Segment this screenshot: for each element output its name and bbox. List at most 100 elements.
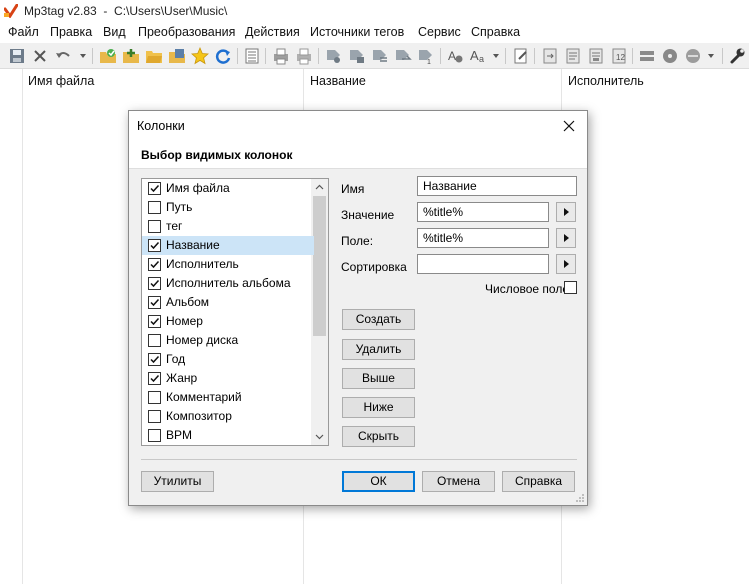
web-sources-icon[interactable]: [638, 47, 656, 65]
web-sources-dropdown-icon[interactable]: [708, 54, 714, 58]
move-down-button[interactable]: Ниже: [342, 397, 415, 418]
column-header-title[interactable]: Название: [310, 69, 366, 93]
menu-edit[interactable]: Правка: [50, 25, 92, 39]
column-list-item[interactable]: тег: [142, 217, 314, 236]
undo-dropdown-icon[interactable]: [80, 54, 86, 58]
open-folder-icon[interactable]: [145, 47, 163, 65]
checkbox-checked[interactable]: [148, 258, 161, 271]
column-list-label: Год: [166, 352, 186, 366]
checkbox-checked[interactable]: [148, 277, 161, 290]
favorite-star-icon[interactable]: [191, 47, 209, 65]
numeric-field-checkbox[interactable]: [564, 281, 577, 294]
case-conversion-icon[interactable]: Aa: [469, 47, 487, 65]
add-directory-icon[interactable]: [99, 47, 117, 65]
name-input[interactable]: [417, 176, 577, 196]
save-icon[interactable]: [8, 47, 26, 65]
text-to-tag-icon[interactable]: [371, 47, 389, 65]
checkbox-checked[interactable]: [148, 353, 161, 366]
column-list-item[interactable]: Жанр: [142, 369, 314, 388]
sort-input[interactable]: [417, 254, 549, 274]
checkbox-checked[interactable]: [148, 372, 161, 385]
scroll-up-icon[interactable]: [315, 183, 324, 192]
dialog-title-bar[interactable]: Колонки: [129, 111, 587, 141]
checkbox-checked[interactable]: [148, 296, 161, 309]
checkbox-unchecked[interactable]: [148, 334, 161, 347]
value-placeholder-button[interactable]: [556, 202, 576, 222]
menu-view[interactable]: Вид: [103, 25, 126, 39]
checkbox-unchecked[interactable]: [148, 220, 161, 233]
autonumber-icon[interactable]: 1: [417, 47, 435, 65]
resize-grip-icon[interactable]: [575, 493, 585, 503]
column-header-artist[interactable]: Исполнитель: [568, 69, 644, 93]
menu-tools[interactable]: Сервис: [418, 25, 461, 39]
column-header-filename[interactable]: Имя файла: [28, 69, 94, 93]
move-up-button[interactable]: Выше: [342, 368, 415, 389]
column-list-item[interactable]: Исполнитель: [142, 255, 314, 274]
scrollbar-thumb[interactable]: [313, 196, 326, 336]
column-list-item[interactable]: Композитор: [142, 407, 314, 426]
checkbox-unchecked[interactable]: [148, 410, 161, 423]
filename-to-tag-icon[interactable]: [348, 47, 366, 65]
toolbar-separator: [237, 48, 238, 64]
delete-button[interactable]: Удалить: [342, 339, 415, 360]
close-icon[interactable]: [559, 116, 579, 136]
column-list-item[interactable]: Номер: [142, 312, 314, 331]
utilities-button[interactable]: Утилиты: [141, 471, 214, 492]
column-list-item[interactable]: Имя файла: [142, 179, 314, 198]
list-icon[interactable]: [243, 47, 261, 65]
freedb-icon[interactable]: 12: [610, 47, 628, 65]
menu-help[interactable]: Справка: [471, 25, 520, 39]
column-list-item[interactable]: Номер диска: [142, 331, 314, 350]
value-input[interactable]: [417, 202, 549, 222]
playlist-icon[interactable]: [587, 47, 605, 65]
field-placeholder-button[interactable]: [556, 228, 576, 248]
field-input[interactable]: [417, 228, 549, 248]
menu-convert[interactable]: Преобразования: [138, 25, 235, 39]
delete-icon[interactable]: [31, 47, 49, 65]
checkbox-checked[interactable]: [148, 239, 161, 252]
column-list-item[interactable]: Название: [142, 236, 314, 255]
add-folder-icon[interactable]: [122, 47, 140, 65]
cancel-button[interactable]: Отмена: [422, 471, 495, 492]
tag-to-filename-icon[interactable]: [325, 47, 343, 65]
column-list-item[interactable]: Год: [142, 350, 314, 369]
checkbox-unchecked[interactable]: [148, 391, 161, 404]
column-list-item[interactable]: Альбом: [142, 293, 314, 312]
settings-wrench-icon[interactable]: [728, 47, 746, 65]
export-icon[interactable]: [541, 47, 559, 65]
menu-file[interactable]: Файл: [8, 25, 39, 39]
menu-tag-sources[interactable]: Источники тегов: [310, 25, 404, 39]
undo-icon[interactable]: [54, 47, 72, 65]
right-arrow-icon: [564, 260, 569, 268]
menu-actions[interactable]: Действия: [245, 25, 300, 39]
help-button[interactable]: Справка: [502, 471, 575, 492]
ok-button[interactable]: ОК: [342, 471, 415, 492]
column-list-item[interactable]: Комментарий: [142, 388, 314, 407]
column-list-item[interactable]: Путь: [142, 198, 314, 217]
musicbrainz-icon[interactable]: [684, 47, 702, 65]
import-icon[interactable]: [564, 47, 582, 65]
checkmark-icon: [150, 260, 160, 269]
create-button[interactable]: Создать: [342, 309, 415, 330]
scroll-down-icon[interactable]: [315, 432, 324, 441]
column-list-item[interactable]: BPM: [142, 426, 314, 445]
sort-label: Сортировка: [341, 260, 407, 274]
hide-button[interactable]: Скрыть: [342, 426, 415, 447]
refresh-icon[interactable]: [214, 47, 232, 65]
actions-icon[interactable]: A: [446, 47, 464, 65]
sort-placeholder-button[interactable]: [556, 254, 576, 274]
checkbox-checked[interactable]: [148, 315, 161, 328]
checkbox-checked[interactable]: [148, 182, 161, 195]
save-folder-icon[interactable]: [168, 47, 186, 65]
checkbox-unchecked[interactable]: [148, 429, 161, 442]
print-icon[interactable]: [272, 47, 290, 65]
discogs-icon[interactable]: [661, 47, 679, 65]
column-list-item[interactable]: Исполнитель альбома: [142, 274, 314, 293]
case-dropdown-icon[interactable]: [493, 54, 499, 58]
edit-icon[interactable]: [512, 47, 530, 65]
print-preview-icon[interactable]: [295, 47, 313, 65]
tag-to-tag-icon[interactable]: [394, 47, 412, 65]
columns-checklist[interactable]: Имя файла Путь тег Название Исполнитель Испол…: [141, 178, 329, 446]
checkbox-unchecked[interactable]: [148, 201, 161, 214]
toolbar-separator: [318, 48, 319, 64]
